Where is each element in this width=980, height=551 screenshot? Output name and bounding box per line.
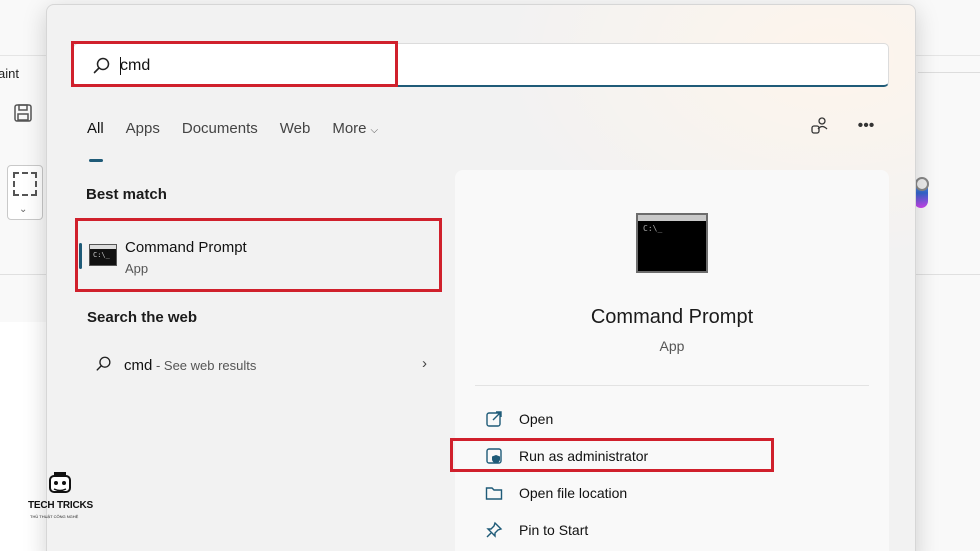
tech-tricks-logo: TECH TRICKS THỦ THUẬT CÔNG NGHỆ (24, 470, 94, 520)
ellipsis-icon: ••• (857, 117, 875, 134)
tab-label: Web (279, 120, 311, 137)
detail-divider (475, 385, 869, 386)
panel-top-icons: ••• (809, 115, 877, 137)
chevron-down-icon: ⌵ (370, 125, 379, 136)
logo-subtitle: THỦ THUẬT CÔNG NGHỆ (30, 514, 79, 519)
people-icon (811, 117, 828, 134)
search-box[interactable] (73, 43, 889, 87)
detail-app-name: Command Prompt (590, 306, 754, 328)
action-label: Open (519, 411, 554, 427)
chevron-right-icon[interactable]: › (422, 355, 427, 372)
tab-documents[interactable]: Documents (182, 120, 258, 150)
action-label: Run as administrator (519, 448, 649, 464)
tab-all[interactable]: All (87, 120, 104, 162)
mascot-icon (49, 472, 71, 493)
search-icon (96, 356, 111, 371)
account-switch-button[interactable] (809, 115, 831, 137)
selection-icon (13, 172, 37, 196)
action-open[interactable]: Open (483, 404, 843, 434)
start-search-panel: All Apps Documents Web More⌵ ••• Best ma… (46, 4, 916, 551)
action-open-file-location[interactable]: Open file location (483, 478, 843, 508)
selection-tool-button[interactable]: ⌄ (7, 165, 43, 220)
command-prompt-icon: C:\_ (89, 244, 117, 266)
folder-icon (483, 482, 505, 504)
best-match-heading: Best match (86, 186, 167, 203)
titlebar-right-divider (918, 72, 980, 73)
paint-window-title: aint (0, 66, 19, 81)
tab-label: Apps (125, 120, 160, 137)
web-result-subtext: - See web results (152, 358, 257, 373)
app-detail-pane: C:\_ Command Prompt App Open Run as admi… (455, 170, 889, 551)
action-label: Pin to Start (519, 522, 589, 538)
save-icon[interactable] (12, 102, 34, 124)
web-result-cmd[interactable]: cmd - See web results › (87, 347, 427, 383)
search-input[interactable] (120, 53, 720, 79)
filter-tabs: All Apps Documents Web More ⌵ (87, 120, 400, 162)
best-match-name: Command Prompt (125, 239, 247, 256)
action-pin-to-start[interactable]: Pin to Start (483, 515, 843, 545)
tab-label: More (332, 120, 367, 137)
pin-icon (483, 519, 505, 541)
best-match-type: App (125, 261, 149, 276)
tab-apps[interactable]: Apps (126, 120, 160, 150)
more-options-button[interactable]: ••• (855, 115, 877, 137)
action-run-as-administrator[interactable]: Run as administrator (483, 441, 843, 471)
shield-icon (483, 445, 505, 467)
command-prompt-large-icon: C:\_ (636, 213, 708, 273)
tab-label: All (87, 120, 104, 137)
web-query: cmd (124, 357, 153, 374)
web-result-text: cmd - See web results (124, 357, 256, 374)
search-icon (93, 57, 110, 74)
color-dial-icon (915, 177, 929, 191)
action-label: Open file location (519, 485, 628, 501)
best-match-command-prompt[interactable]: C:\_ Command Prompt App (79, 221, 441, 291)
chevron-down-icon: ⌄ (19, 204, 28, 215)
tab-label: Documents (181, 120, 258, 137)
tab-web[interactable]: Web (280, 120, 311, 150)
logo-title: TECH TRICKS (28, 500, 94, 511)
tab-more[interactable]: More ⌵ (332, 120, 378, 150)
search-web-heading: Search the web (87, 309, 198, 326)
detail-app-type: App (659, 338, 685, 354)
open-icon (483, 408, 505, 430)
selection-indicator (79, 243, 82, 269)
